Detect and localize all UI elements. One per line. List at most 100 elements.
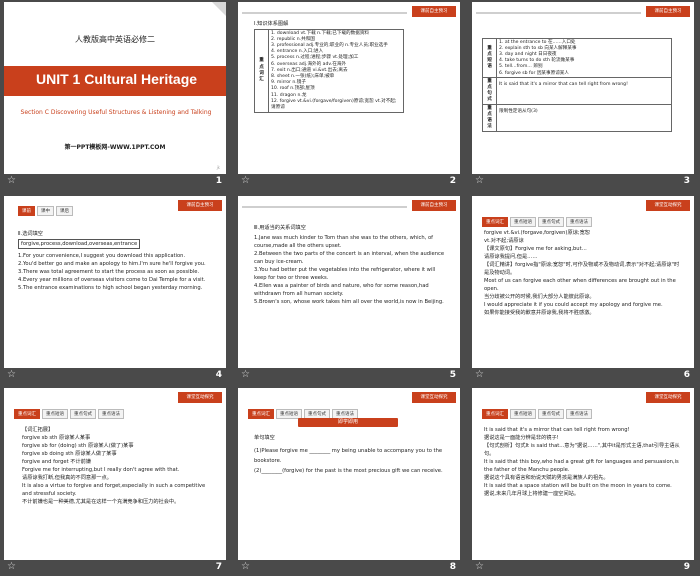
corner-decoration <box>212 2 226 16</box>
text-line: vt.对不起;请原谅 <box>484 238 524 244</box>
slide-number: 9 <box>683 562 690 572</box>
text-line: 不计前嫌也是一种美德,尤其是在这样一个充满竞争和压力的社会中。 <box>22 499 180 505</box>
slide-thumbnail-7[interactable]: 重点词汇 重点短语 重点句式 重点语法 课堂互动探究 【词汇拓展】 forgiv… <box>4 388 226 574</box>
tab-strip: 课前 课中 课后 <box>18 206 73 216</box>
text-line: It is also a virtue to forgive and forge… <box>22 483 206 497</box>
slide-thumbnail-1[interactable]: 人教版高中英语必修二 UNIT 1 Cultural Heritage Sect… <box>4 2 226 188</box>
tab-item[interactable]: 课后 <box>56 206 73 216</box>
slide-thumbnail-8[interactable]: 重点词汇 重点短语 重点句式 重点语法 课堂互动探究 即学即用 单句填空 (1)… <box>238 388 460 574</box>
word-box: forgive,process,download,overseas,entran… <box>18 239 141 249</box>
list-item: 3.There was total agreement to start the… <box>18 269 200 275</box>
section-badge: 课前自主预习 <box>412 200 456 211</box>
tab-item[interactable]: 重点句式 <box>70 409 96 419</box>
slide-number: 4 <box>215 370 222 380</box>
section-badge: 课前自主预习 <box>412 6 456 17</box>
tab-item[interactable]: 重点词汇 <box>14 409 40 419</box>
text-line: 据说,未来几年月球上将修建一座空间站。 <box>484 491 580 497</box>
sentence-cell: It is said that it's a mirror that can t… <box>496 77 672 106</box>
slide-thumbnail-9[interactable]: 重点词汇 重点短语 重点句式 重点语法 课堂互动探究 It is said th… <box>472 388 694 574</box>
tab-item[interactable]: 重点词汇 <box>482 217 508 227</box>
slide-star-icon[interactable]: ☆ <box>241 175 253 187</box>
list-item: 3.You had better put the vegetables into… <box>254 267 436 281</box>
slide-canvas: 重点词汇 重点短语 重点句式 重点语法 课堂互动探究 forgive vt.&v… <box>472 196 694 368</box>
slide-number: 1 <box>215 176 222 186</box>
tab-item[interactable]: 重点短语 <box>510 409 536 419</box>
tab-item[interactable]: 重点词汇 <box>482 409 508 419</box>
slide-thumbnail-6[interactable]: 重点词汇 重点短语 重点句式 重点语法 课堂互动探究 forgive vt.&v… <box>472 196 694 382</box>
slide-star-icon[interactable]: ☆ <box>7 561 19 573</box>
slide-canvas: 课前自主预习 Ⅲ.用适当的关系词填空 1.Jane was much kinde… <box>238 196 460 368</box>
text-line: 如果你能接受我的歉意并原谅我,我将不胜感激。 <box>484 310 595 316</box>
vocab-table: 重点词汇 1. download vt.下载 n.下载;已下载的数据资料 2. … <box>254 29 404 113</box>
slide-thumbnail-3[interactable]: 课前自主预习 重点短语 1. at the entrance to 在……入口处… <box>472 2 694 188</box>
slide-star-icon[interactable]: ☆ <box>241 369 253 381</box>
slide-number: 8 <box>449 562 456 572</box>
text-line: 据说这个具有语言和劝说天赋的男孩是满族人的祖先。 <box>484 475 609 481</box>
slide-canvas: 课前 课中 课后 课前自主预习 Ⅱ.选词填空 forgive,process,d… <box>4 196 226 368</box>
text-line: 【课文原句】Forgive me for asking,but… <box>484 246 587 252</box>
slide-star-icon[interactable]: ☆ <box>241 561 253 573</box>
slide-canvas: 重点词汇 重点短语 重点句式 重点语法 课堂互动探究 即学即用 单句填空 (1)… <box>238 388 460 560</box>
section-badge: 课堂互动探究 <box>412 392 456 403</box>
slide-canvas: 重点词汇 重点短语 重点句式 重点语法 课堂互动探究 【词汇拓展】 forgiv… <box>4 388 226 560</box>
unit-title: UNIT 1 Cultural Heritage <box>36 71 198 87</box>
list-item: 12. forgive vt.&vi.(forgave/forgiven)原谅;… <box>271 98 397 110</box>
list-item: 5.The entrance examinations to high scho… <box>18 285 203 291</box>
table-side-label: 重点词汇 <box>254 29 269 113</box>
tab-item[interactable]: 课中 <box>37 206 54 216</box>
tab-item[interactable]: 重点短语 <box>510 217 536 227</box>
exercise-list: 1.For your convenience,I suggest you dow… <box>18 252 214 292</box>
text-line: 请原谅我提问,但是…… <box>484 254 538 260</box>
section-heading: Ⅲ.用适当的关系词填空 <box>254 225 306 231</box>
slide-star-icon[interactable]: ☆ <box>475 369 487 381</box>
section-badge: 课堂互动探究 <box>178 392 222 403</box>
tab-item[interactable]: 重点短语 <box>42 409 68 419</box>
tab-item[interactable]: 课前 <box>18 206 35 216</box>
tab-item[interactable]: 重点词汇 <box>248 409 274 419</box>
section-badge: 课堂互动探究 <box>646 200 690 211</box>
slide-number: 3 <box>683 176 690 186</box>
tab-item[interactable]: 重点语法 <box>566 409 592 419</box>
text-line: 据说这是一面能分辨是非的镜子! <box>484 435 559 441</box>
section-badge: 课前自主预习 <box>646 6 690 17</box>
text-line: forgive sb for (doing) sth 原谅某人(做了)某事 <box>22 443 134 449</box>
tab-strip: 重点词汇 重点短语 重点句式 重点语法 <box>482 217 592 227</box>
text-line: It is said that it's a mirror that can t… <box>484 427 630 433</box>
slide-thumbnail-4[interactable]: 课前 课中 课后 课前自主预习 Ⅱ.选词填空 forgive,process,d… <box>4 196 226 382</box>
slide-thumbnail-5[interactable]: 课前自主预习 Ⅲ.用适当的关系词填空 1.Jane was much kinde… <box>238 196 460 382</box>
grammar-cell: 限制性定语从句(3) <box>496 104 672 132</box>
slide-number: 2 <box>449 176 456 186</box>
text-line: 【词汇拓展】 <box>22 427 54 433</box>
slide-star-icon[interactable]: ☆ <box>7 369 19 381</box>
phrase-list: 1. at the entrance to 在……入口处 2. explain … <box>496 37 672 79</box>
textbook-title: 人教版高中英语必修二 <box>75 35 155 44</box>
list-item: 6. forgive sb for 因某事原谅某人 <box>499 70 569 76</box>
slide-thumbnail-2[interactable]: 课前自主预习 Ⅰ.知识体系图解 重点词汇 1. download vt.下载 n… <box>238 2 460 188</box>
slide-canvas: 人教版高中英语必修二 UNIT 1 Cultural Heritage Sect… <box>4 2 226 174</box>
tab-item[interactable]: 重点语法 <box>566 217 592 227</box>
unit-title-band: UNIT 1 Cultural Heritage <box>4 66 226 96</box>
tab-strip: 重点词汇 重点短语 重点句式 重点语法 <box>14 409 124 419</box>
section-heading: 单句填空 <box>254 435 275 441</box>
slide-canvas: 重点词汇 重点短语 重点句式 重点语法 课堂互动探究 It is said th… <box>472 388 694 560</box>
tab-item[interactable]: 重点语法 <box>98 409 124 419</box>
text-line: 请原谅我打断,但我真的不同意那一点。 <box>22 475 112 481</box>
tab-item[interactable]: 重点句式 <box>538 217 564 227</box>
title-bar <box>242 12 407 14</box>
slide-star-icon[interactable]: ☆ <box>475 175 487 187</box>
text-line: It is said that this boy,who had a great… <box>484 459 679 473</box>
content-block: 【词汇拓展】 forgive sb sth 原谅某人某事 forgive sb … <box>22 426 216 506</box>
title-bar <box>476 12 641 14</box>
text-line: Forgive me for interrupting,but I really… <box>22 467 180 473</box>
tab-strip: 重点词汇 重点短语 重点句式 重点语法 <box>482 409 592 419</box>
slide-star-icon[interactable]: ☆ <box>7 175 19 187</box>
list-item: (1)Please forgive me ________ my being u… <box>254 448 443 464</box>
table-side-label: 重点句式 <box>482 77 497 106</box>
list-item: 5.Brown's son, whose work takes him all … <box>254 299 444 305</box>
slide-star-icon[interactable]: ☆ <box>475 561 487 573</box>
tab-item[interactable]: 重点句式 <box>538 409 564 419</box>
title-bar <box>242 206 407 208</box>
section-badge: 课前自主预习 <box>178 200 222 211</box>
text-line: I would appreciate it if you could accep… <box>484 302 663 308</box>
table-body: 1. download vt.下载 n.下载;已下载的数据资料 2. repub… <box>268 29 404 113</box>
